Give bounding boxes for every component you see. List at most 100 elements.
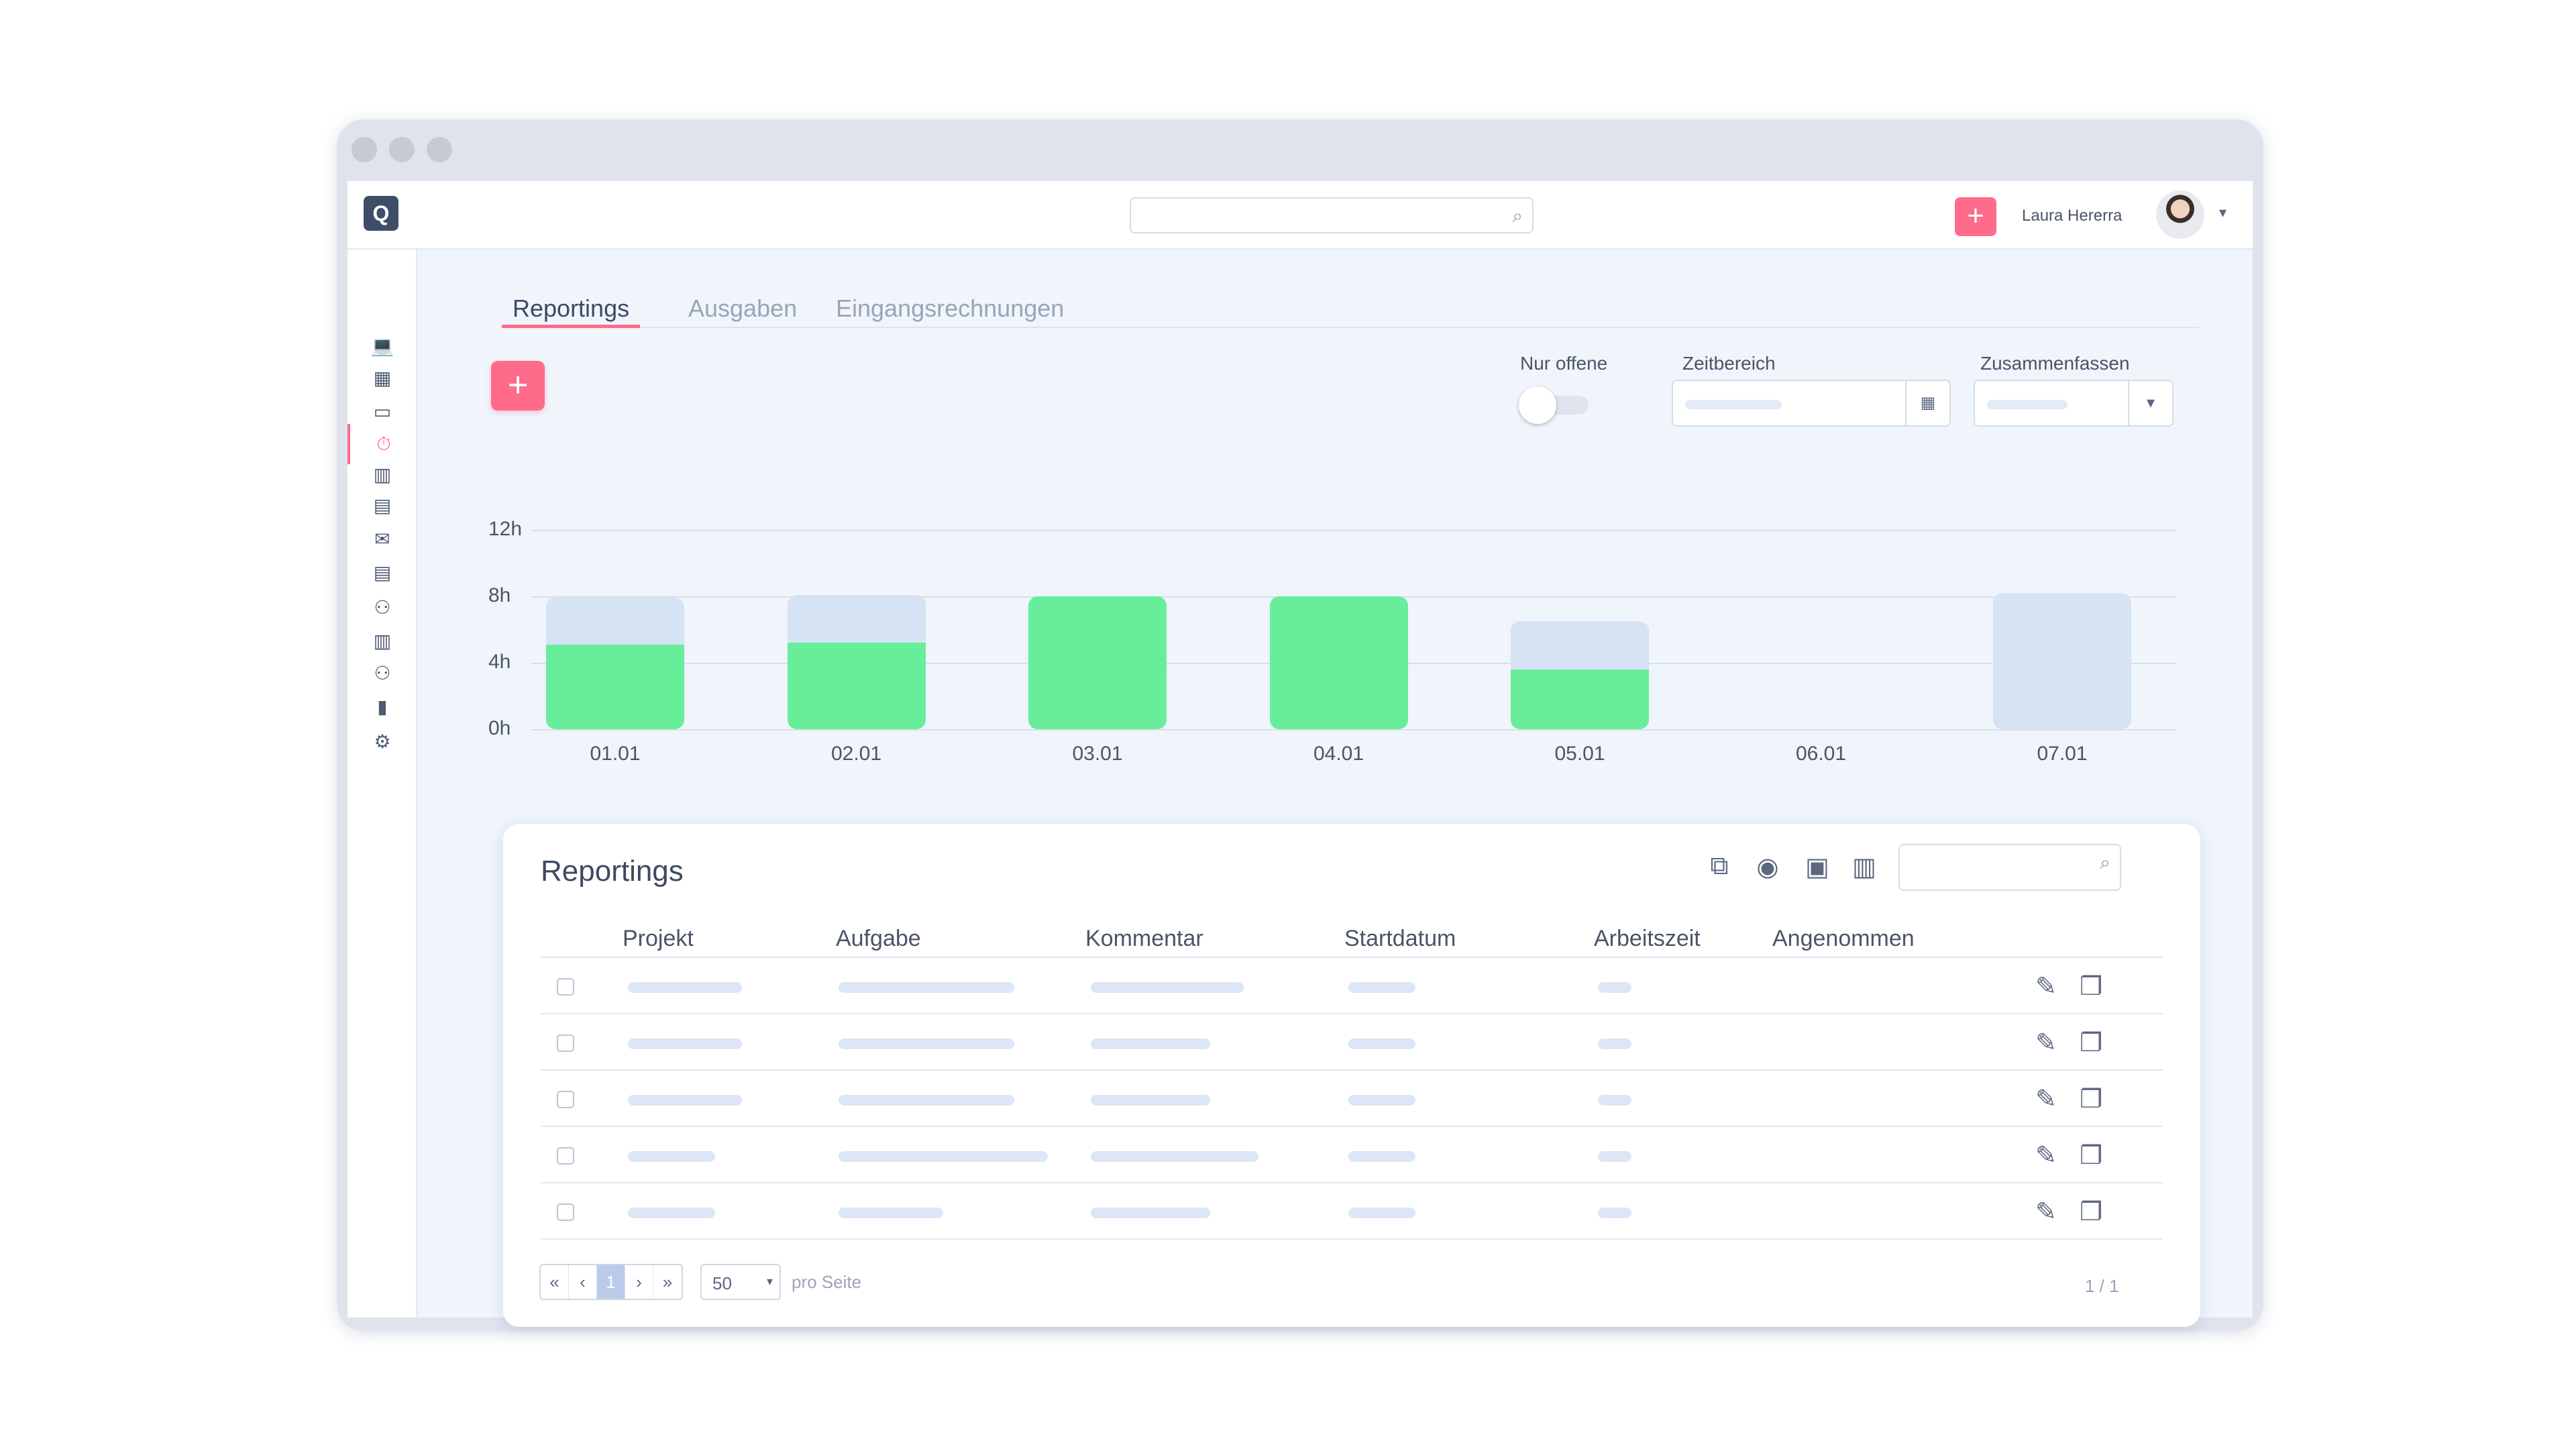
global-search-input[interactable]: ⌕ — [1130, 197, 1534, 233]
placeholder-cell — [1091, 1095, 1210, 1106]
bar-07.01[interactable] — [1993, 593, 2131, 729]
placeholder-cell — [839, 1151, 1048, 1162]
search-icon: ⌕ — [1512, 205, 1523, 226]
hours-chart: 12h 8h 4h 0h 01.01 02.01 03.01 04.01 05.01 06.01 0… — [488, 510, 2219, 792]
header-divider — [541, 957, 2163, 958]
close-dot[interactable] — [352, 137, 377, 162]
add-reporting-button[interactable]: + — [491, 361, 545, 411]
copy-icon[interactable]: ❐ — [2080, 1197, 2102, 1227]
column-header[interactable]: Arbeitszeit — [1594, 926, 1701, 952]
placeholder-cell — [628, 982, 742, 993]
browser-window: Q ⌕ + Laura Hererra ▾ 💻 ▦ ▭ ⏱ ▥ ▤ ✉ ▤ ⚇ ▥ ⚇ ▮ ⚙ Repo… — [337, 119, 2263, 1331]
y-tick-label: 8h — [488, 584, 511, 606]
bar-segment-green — [1269, 596, 1408, 729]
row-divider — [541, 1069, 2163, 1071]
avatar[interactable] — [2156, 191, 2204, 239]
row-checkbox[interactable] — [557, 978, 574, 996]
list-icon[interactable]: ▤ — [347, 553, 417, 593]
x-tick-label: 04.01 — [1313, 743, 1364, 765]
last-page-button[interactable]: » — [653, 1265, 682, 1299]
table-title: Reportings — [541, 855, 684, 888]
time-range-label: Zeitbereich — [1682, 353, 1776, 374]
y-tick-label: 12h — [488, 518, 523, 540]
column-header[interactable]: Kommentar — [1085, 926, 1203, 952]
bar-04.01[interactable] — [1269, 596, 1408, 729]
placeholder-bar — [1685, 400, 1782, 409]
first-page-button[interactable]: « — [541, 1265, 569, 1299]
placeholder-cell — [1598, 1095, 1631, 1106]
trash-icon[interactable]: ▥ — [1847, 852, 1881, 882]
tab-reportings[interactable]: Reportings — [502, 294, 641, 328]
bar-03.01[interactable] — [1028, 596, 1167, 729]
bar-02.01[interactable] — [787, 594, 926, 729]
external-link-icon[interactable]: ⧉ — [1703, 852, 1736, 881]
user-name[interactable]: Laura Hererra — [2022, 207, 2122, 225]
only-open-toggle-knob[interactable] — [1519, 386, 1556, 424]
column-header[interactable]: Projekt — [623, 926, 694, 952]
placeholder-cell — [1091, 1208, 1210, 1218]
column-header[interactable]: Angenommen — [1772, 926, 1915, 952]
x-tick-label: 06.01 — [1795, 743, 1847, 765]
chevron-down-icon: ▾ — [766, 1275, 773, 1288]
placeholder-cell — [1348, 1038, 1415, 1049]
edit-icon[interactable]: ✎ — [2035, 1197, 2057, 1227]
placeholder-cell — [1348, 1095, 1415, 1106]
copy-icon[interactable]: ❐ — [2080, 1028, 2102, 1058]
summarize-label: Zusammenfassen — [1980, 353, 2130, 374]
row-divider — [541, 1013, 2163, 1014]
edit-icon[interactable]: ✎ — [2035, 971, 2057, 1002]
row-checkbox[interactable] — [557, 1034, 574, 1052]
record-icon[interactable]: ◉ — [1751, 852, 1784, 882]
gridline — [531, 729, 2176, 731]
table-search-input[interactable]: ⌕ — [1898, 844, 2121, 891]
row-divider — [541, 1182, 2163, 1183]
calendar-icon[interactable]: ▦ — [1905, 381, 1949, 425]
edit-icon[interactable]: ✎ — [2035, 1140, 2057, 1171]
bar-segment-green — [787, 643, 926, 729]
copy-icon[interactable]: ❐ — [2080, 1084, 2102, 1114]
maximize-dot[interactable] — [427, 137, 452, 162]
search-icon: ⌕ — [2100, 852, 2110, 873]
current-page-button[interactable]: 1 — [597, 1265, 625, 1299]
copy-icon[interactable]: ❐ — [2080, 1140, 2102, 1171]
pagination: « ‹ 1 › » — [539, 1264, 683, 1300]
column-header[interactable]: Aufgabe — [836, 926, 921, 952]
chart-icon[interactable]: ▮ — [347, 687, 417, 727]
x-tick-label: 05.01 — [1554, 743, 1605, 765]
save-icon[interactable]: ▣ — [1801, 852, 1834, 882]
app-logo[interactable]: Q — [364, 196, 398, 231]
summarize-select[interactable]: ▾ — [1974, 380, 2174, 427]
placeholder-cell — [1091, 1151, 1258, 1162]
placeholder-cell — [1598, 1208, 1631, 1218]
next-page-button[interactable]: › — [625, 1265, 653, 1299]
time-range-input[interactable]: ▦ — [1672, 380, 1951, 427]
chevron-down-icon[interactable]: ▾ — [2219, 204, 2226, 221]
sidebar: 💻 ▦ ▭ ⏱ ▥ ▤ ✉ ▤ ⚇ ▥ ⚇ ▮ ⚙ — [347, 250, 417, 1318]
tab-eingangsrechnungen[interactable]: Eingangsrechnungen — [836, 294, 1064, 328]
per-page-label: pro Seite — [792, 1272, 862, 1292]
chevron-down-icon[interactable]: ▾ — [2128, 381, 2172, 425]
row-checkbox[interactable] — [557, 1091, 574, 1108]
bar-01.01[interactable] — [546, 598, 684, 729]
minimize-dot[interactable] — [389, 137, 415, 162]
y-tick-label: 4h — [488, 651, 511, 673]
row-checkbox[interactable] — [557, 1147, 574, 1165]
placeholder-cell — [628, 1151, 715, 1162]
row-divider — [541, 1126, 2163, 1127]
edit-icon[interactable]: ✎ — [2035, 1028, 2057, 1058]
bar-05.01[interactable] — [1511, 621, 1649, 729]
per-page-value: 50 — [712, 1273, 732, 1293]
tab-ausgaben[interactable]: Ausgaben — [688, 294, 797, 328]
edit-icon[interactable]: ✎ — [2035, 1084, 2057, 1114]
copy-icon[interactable]: ❐ — [2080, 971, 2102, 1002]
per-page-select[interactable]: 50 ▾ — [700, 1264, 781, 1300]
y-tick-label: 0h — [488, 717, 511, 739]
settings-icon[interactable]: ⚙ — [347, 722, 417, 762]
column-header[interactable]: Startdatum — [1344, 926, 1456, 952]
row-divider — [541, 1238, 2163, 1240]
prev-page-button[interactable]: ‹ — [569, 1265, 597, 1299]
quick-add-button[interactable]: + — [1955, 197, 1996, 236]
row-checkbox[interactable] — [557, 1203, 574, 1221]
placeholder-cell — [1348, 1208, 1415, 1218]
only-open-label: Nur offene — [1520, 353, 1608, 374]
